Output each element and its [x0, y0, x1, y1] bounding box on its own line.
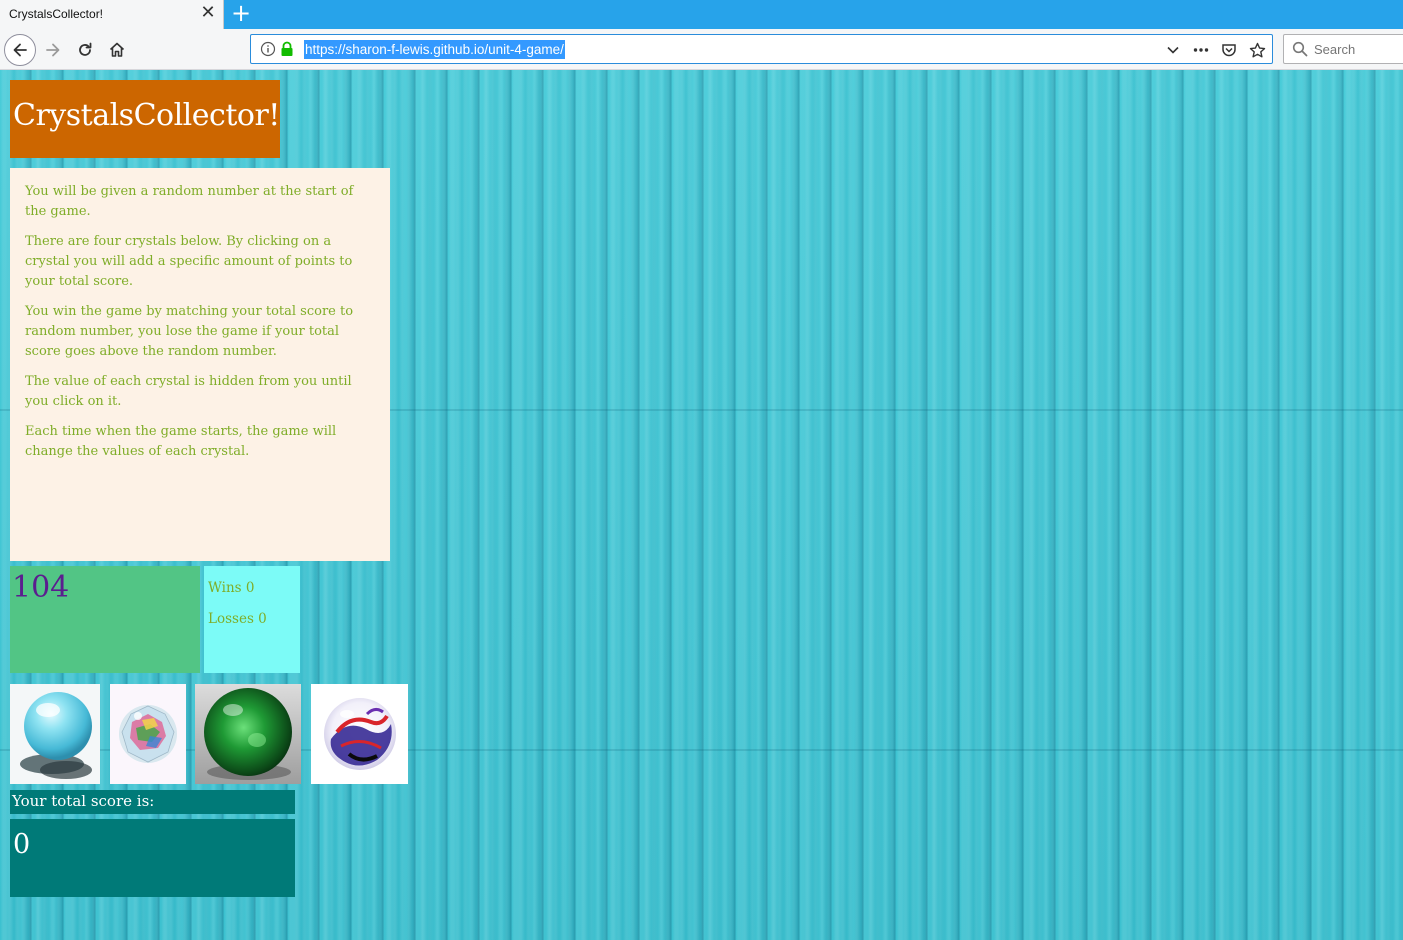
home-button[interactable]: [104, 37, 130, 63]
back-button[interactable]: [4, 34, 36, 66]
swirl-crystal-button[interactable]: [311, 684, 408, 784]
instruction-paragraph: You will be given a random number at the…: [25, 184, 354, 219]
navigation-toolbar: https://sharon-f-lewis.github.io/unit-4-…: [0, 29, 1403, 70]
tab-crystals-collector[interactable]: CrystalsCollector! ✕: [0, 0, 224, 29]
instruction-paragraph: The value of each crystal is hidden from…: [25, 374, 352, 409]
arrow-right-icon: [46, 43, 60, 57]
url-bar[interactable]: https://sharon-f-lewis.github.io/unit-4-…: [250, 34, 1273, 64]
aqua-crystal-icon: [10, 684, 100, 784]
lock-icon[interactable]: [280, 41, 294, 57]
forward-button[interactable]: [40, 37, 66, 63]
search-icon: [1292, 41, 1308, 57]
url-actions: [1164, 40, 1266, 60]
instructions-panel: You will be given a random number at the…: [10, 168, 390, 561]
swirl-crystal-icon: [311, 684, 408, 784]
stats-panel: Wins 0 Losses 0: [204, 566, 300, 673]
bookmark-star-icon[interactable]: [1248, 41, 1266, 59]
wins-counter: Wins 0: [208, 580, 255, 596]
home-icon: [109, 42, 125, 57]
reload-button[interactable]: [72, 37, 98, 63]
faceted-crystal-button[interactable]: [110, 684, 186, 784]
tab-bar: CrystalsCollector! ✕ +: [0, 0, 1403, 29]
aqua-crystal-button[interactable]: [10, 684, 100, 784]
green-crystal-icon: [195, 684, 301, 784]
instruction-paragraph: There are four crystals below. By clicki…: [25, 234, 353, 289]
random-number-box: 104: [10, 566, 200, 673]
losses-counter: Losses 0: [208, 611, 267, 627]
game-title: CrystalsCollector!: [13, 98, 280, 133]
total-score-label-box: Your total score is:: [10, 790, 295, 814]
arrow-left-icon: [13, 43, 27, 57]
reload-icon: [79, 42, 92, 56]
new-tab-button[interactable]: +: [230, 1, 252, 25]
search-input[interactable]: [1314, 39, 1403, 59]
game-title-banner: CrystalsCollector!: [10, 80, 280, 158]
pocket-icon[interactable]: [1220, 41, 1238, 59]
total-score-label: Your total score is:: [12, 792, 155, 810]
url-text[interactable]: https://sharon-f-lewis.github.io/unit-4-…: [304, 40, 565, 59]
faceted-crystal-icon: [110, 684, 186, 784]
random-number: 104: [12, 570, 70, 605]
instruction-paragraph: Each time when the game starts, the game…: [25, 424, 337, 459]
chevron-down-icon[interactable]: [1164, 41, 1182, 59]
total-score-value: 0: [13, 829, 31, 860]
instruction-paragraph: You win the game by matching your total …: [25, 304, 354, 359]
more-actions-icon[interactable]: [1192, 41, 1210, 59]
page-viewport: CrystalsCollector! You will be given a r…: [0, 70, 1403, 940]
tab-close-icon[interactable]: ✕: [198, 3, 218, 23]
info-icon[interactable]: [260, 41, 276, 57]
total-score-box: 0: [10, 819, 295, 897]
tab-title: CrystalsCollector!: [9, 7, 104, 21]
green-crystal-button[interactable]: [195, 684, 301, 784]
search-bar[interactable]: [1283, 34, 1403, 64]
